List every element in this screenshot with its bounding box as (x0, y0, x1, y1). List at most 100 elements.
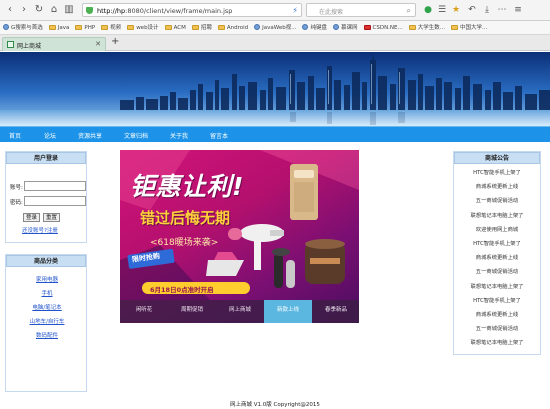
site-icon (3, 24, 9, 30)
tab-mall[interactable]: 网上商城 ✕ (2, 37, 106, 51)
category-link[interactable]: 山地车/自行车 (6, 317, 88, 325)
site-icon (363, 25, 371, 30)
login-button[interactable]: 登录 (23, 213, 40, 222)
nav-item[interactable]: 资源共享 (78, 131, 102, 140)
category-link[interactable]: 数码配件 (6, 331, 88, 339)
url-text: http://hp:8080/client/view/frame/main.js… (97, 7, 233, 15)
bookmark-item[interactable]: 大学生数... (406, 21, 448, 34)
reader-icon[interactable]: ▥ (63, 4, 75, 16)
bookmark-label: PHP (84, 25, 96, 31)
notice-item[interactable]: 商城系统更新上线 (454, 253, 540, 261)
site-icon (332, 24, 339, 30)
search-icon[interactable]: ⌕ (407, 6, 411, 16)
folder-icon (75, 25, 83, 30)
password-label: 密码: (10, 200, 23, 206)
nav-item[interactable]: 论坛 (44, 131, 56, 140)
notice-item[interactable]: 联想笔记本电脑上架了 (454, 211, 540, 219)
bookmark-list-icon[interactable]: ☰ (436, 4, 448, 16)
category-panel: 商品分类 家用电器手机电脑/笔记本 山地车/自行车 数码配件 (5, 254, 87, 392)
address-bar[interactable]: http://hp:8080/client/view/frame/main.js… (82, 3, 302, 17)
nav-item[interactable]: 首页 (9, 131, 21, 140)
star-icon[interactable]: ★ (450, 4, 462, 16)
promo-subhead: 错过后悔无期 (140, 209, 231, 227)
bookmark-label: 招聘 (200, 25, 212, 31)
more-icon[interactable]: ⋯ (496, 4, 508, 16)
bookmark-item[interactable]: ACM (162, 21, 189, 34)
promo-tab[interactable]: 春季新品 (312, 300, 359, 323)
register-link[interactable]: 还没账号?注册 (22, 226, 58, 234)
shield-icon (86, 7, 93, 14)
forward-icon[interactable]: › (18, 4, 30, 16)
main-nav: 首页 论坛 资源共享 文章归档 关于我 留言本 (0, 126, 550, 142)
notice-item[interactable]: HTC智能手机上架了 (454, 296, 540, 304)
notice-item[interactable]: 联想笔记本电脑上架了 (454, 338, 540, 346)
search-placeholder: 在此搜索 (319, 9, 344, 16)
promo-tab[interactable]: 闲听花 (120, 300, 168, 323)
footer: 网上商城 V1.0版 Copyright@2015 (230, 402, 320, 408)
city-skyline-image (0, 52, 550, 126)
account-field[interactable] (24, 181, 86, 191)
password-field[interactable] (24, 196, 86, 206)
bookmark-item[interactable]: 招聘 (189, 21, 215, 34)
notice-item[interactable]: 五一商城促销活动 (454, 196, 540, 204)
bookmark-label: 视频 (110, 25, 122, 31)
nav-item[interactable]: 关于我 (170, 131, 188, 140)
promo-tab[interactable]: 网上商城 (216, 300, 264, 323)
login-title: 用户登录 (6, 152, 86, 164)
notice-item[interactable]: 五一商城促销活动 (454, 267, 540, 275)
tab-title: 网上商城 (17, 43, 42, 50)
bookmark-label: JavaWeb视... (262, 25, 297, 31)
undo-icon[interactable]: ↶ (466, 4, 478, 16)
iron-product (206, 260, 244, 276)
extension-icon[interactable]: ● (422, 4, 434, 16)
menu-icon[interactable]: ≡ (512, 4, 524, 16)
promo-tab[interactable]: 新款上线 (264, 300, 312, 323)
close-icon[interactable]: ✕ (95, 40, 101, 48)
site-icon (302, 24, 309, 30)
bookmark-label: 慕课网 (340, 25, 358, 31)
search-input[interactable]: 在此搜索 ⌕ (306, 3, 416, 17)
bookmark-item[interactable]: 慕课网 (330, 21, 361, 34)
folder-icon (127, 25, 135, 30)
notice-item[interactable]: 商城系统更新上线 (454, 310, 540, 318)
bookmark-item[interactable]: G搜索与首选 (0, 21, 46, 34)
reset-button[interactable]: 重置 (43, 213, 60, 222)
category-link[interactable]: 电脑/笔记本 (6, 303, 88, 311)
new-tab-button[interactable]: + (111, 36, 119, 47)
download-icon[interactable]: ⤓ (481, 4, 493, 16)
folder-icon (164, 25, 172, 30)
notice-item[interactable]: 五一商城促销活动 (454, 324, 540, 332)
bookmark-item[interactable]: JavaWeb视... (251, 21, 299, 34)
category-title: 商品分类 (6, 255, 86, 267)
lightning-icon[interactable]: ⚡ (292, 6, 298, 15)
promo-slider[interactable]: 钜惠让利! 错过后悔无期 <618暖场来袭> 限时抢购 6月18日0点准时开启 … (120, 150, 359, 323)
category-link[interactable]: 家用电器 (6, 275, 88, 283)
login-panel: 用户登录 账号: 密码: 登录 重置 还没账号?注册 (5, 151, 87, 243)
nav-item[interactable]: 文章归档 (124, 131, 148, 140)
folder-icon (217, 25, 225, 30)
notice-item[interactable]: 商城系统更新上线 (454, 182, 540, 190)
notice-item[interactable]: 联想笔记本电脑上架了 (454, 282, 540, 290)
bookmark-item[interactable]: 中国大学... (448, 21, 490, 34)
notice-item[interactable]: HTC智能手机上架了 (454, 239, 540, 247)
bookmark-item[interactable]: CSDN.NE... (361, 21, 406, 34)
bookmark-label: Android (226, 25, 249, 31)
folder-icon (191, 25, 199, 30)
bookmark-item[interactable]: web设计 (124, 21, 161, 34)
category-link[interactable]: 手机 (6, 289, 88, 297)
bookmark-item[interactable]: PHP (72, 21, 98, 34)
folder-icon (408, 25, 416, 30)
bookmark-item[interactable]: 纯键盘 (299, 21, 330, 34)
nav-item[interactable]: 留言本 (210, 131, 228, 140)
bookmark-label: web设计 (136, 25, 159, 31)
bookmark-item[interactable]: 视频 (98, 21, 124, 34)
notice-item[interactable]: HTC智能手机上架了 (454, 168, 540, 176)
home-icon[interactable]: ⌂ (48, 4, 60, 16)
bookmark-item[interactable]: Java (46, 21, 73, 34)
reload-icon[interactable]: ↻ (33, 4, 45, 16)
bookmark-item[interactable]: Android (215, 21, 251, 34)
promo-tab[interactable]: 周期促销 (168, 300, 216, 323)
notice-item[interactable]: 欢迎使用网上商城 (454, 225, 540, 233)
bookmark-label: 中国大学... (460, 25, 488, 31)
back-icon[interactable]: ‹ (4, 4, 16, 16)
